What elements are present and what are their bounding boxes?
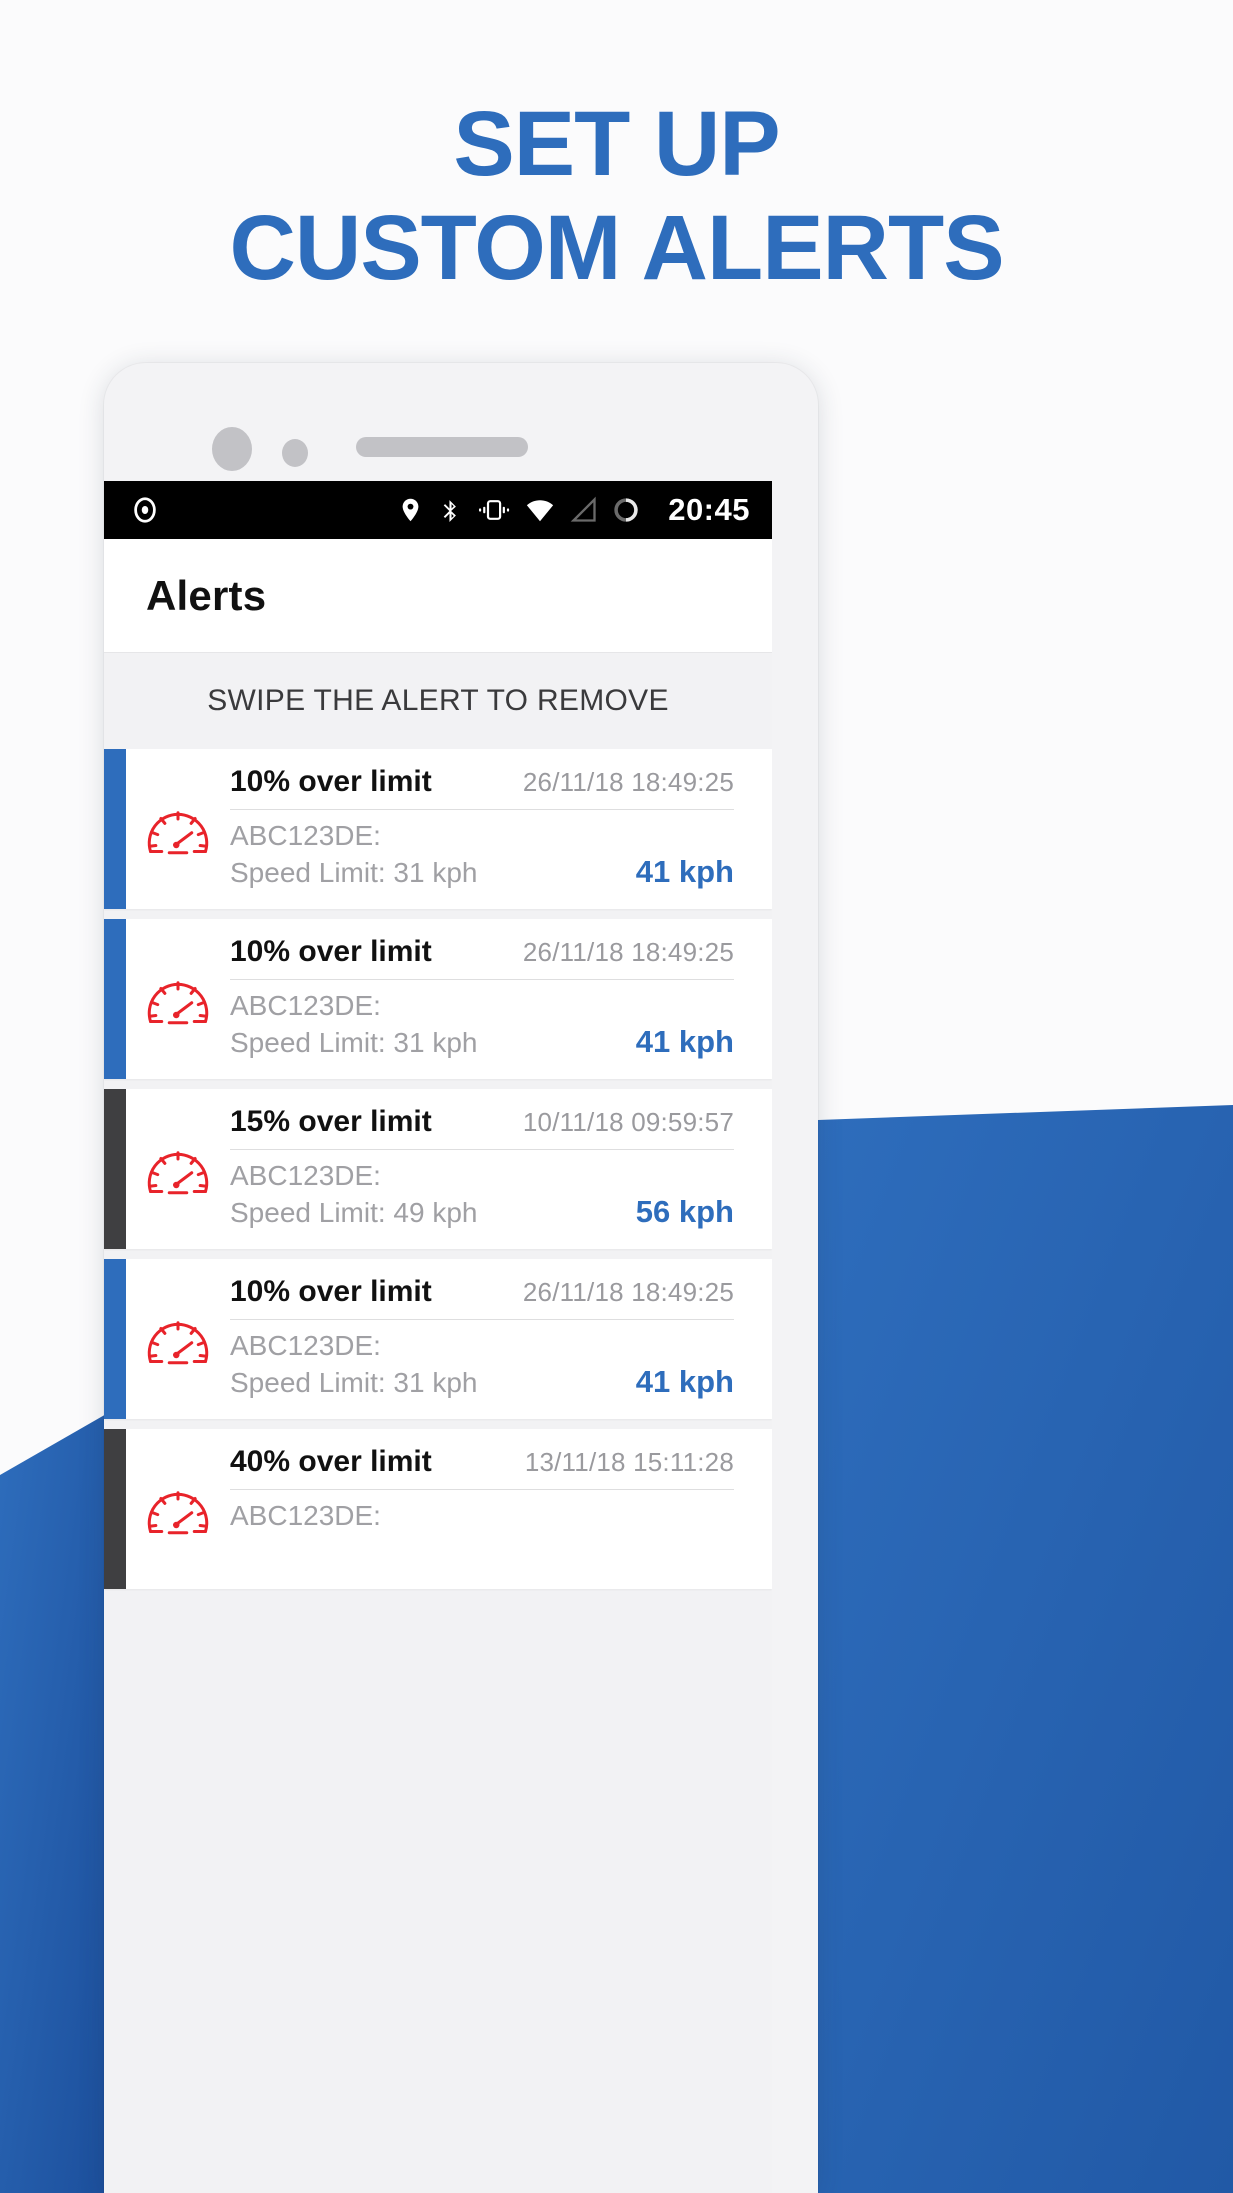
alert-card-body: 10% over limit 26/11/18 18:49:25 ABC123D… [230, 749, 772, 909]
alert-recorded-speed: 56 kph [635, 1194, 734, 1229]
earpiece-speaker-icon [356, 437, 528, 457]
alert-plate: ABC123DE: [230, 1330, 381, 1361]
speedometer-icon [126, 1259, 230, 1419]
location-pin-icon [397, 495, 424, 525]
alert-title: 15% over limit [230, 1105, 432, 1138]
alert-recorded-speed: 41 kph [635, 1364, 734, 1399]
speedometer-icon [126, 919, 230, 1079]
status-bar: 20:45 [104, 481, 772, 539]
alert-timestamp: 10/11/18 09:59:57 [522, 1107, 734, 1137]
alert-plate: ABC123DE: [230, 1160, 381, 1191]
wifi-icon [524, 495, 556, 525]
speedometer-icon [126, 749, 230, 909]
alert-accent-bar [104, 1259, 126, 1419]
left-blue-shape [0, 1413, 108, 2193]
alert-accent-bar [104, 1089, 126, 1249]
alert-speed-limit: Speed Limit: 31 kph [230, 1367, 478, 1398]
alert-card-4[interactable]: 10% over limit 26/11/18 18:49:25 ABC123D… [104, 1259, 772, 1419]
headline: SET UP CUSTOM ALERTS [0, 92, 1233, 300]
alert-title: 10% over limit [230, 935, 432, 968]
right-blue-shape [818, 1105, 1233, 2193]
alert-card-body: 40% over limit 13/11/18 15:11:28 ABC123D… [230, 1429, 772, 1589]
record-icon [130, 495, 160, 525]
app-bar: Alerts [104, 539, 772, 653]
alert-card-body: 15% over limit 10/11/18 09:59:57 ABC123D… [230, 1089, 772, 1249]
alert-card-3[interactable]: 15% over limit 10/11/18 09:59:57 ABC123D… [104, 1089, 772, 1249]
headline-line-2: CUSTOM ALERTS [229, 197, 1004, 299]
alert-footer-row: Speed Limit: 31 kph 41 kph [230, 1364, 734, 1400]
alert-header-row: 15% over limit 10/11/18 09:59:57 [230, 1105, 734, 1150]
alert-speed-limit: Speed Limit: 31 kph [230, 1027, 478, 1058]
alert-speed-limit: Speed Limit: 49 kph [230, 1197, 478, 1228]
alert-accent-bar [104, 919, 126, 1079]
alert-timestamp: 13/11/18 15:11:28 [524, 1447, 734, 1477]
alert-header-row: 10% over limit 26/11/18 18:49:25 [230, 935, 734, 980]
alert-card-1[interactable]: 10% over limit 26/11/18 18:49:25 ABC123D… [104, 749, 772, 909]
alert-card-body: 10% over limit 26/11/18 18:49:25 ABC123D… [230, 919, 772, 1079]
alert-card-5[interactable]: 40% over limit 13/11/18 15:11:28 ABC123D… [104, 1429, 772, 1589]
vibrate-icon [477, 495, 510, 525]
alert-plate: ABC123DE: [230, 990, 381, 1021]
alert-header-row: 40% over limit 13/11/18 15:11:28 [230, 1445, 734, 1490]
speedometer-icon [126, 1089, 230, 1249]
alert-title: 10% over limit [230, 765, 432, 798]
alert-recorded-speed: 41 kph [635, 854, 734, 889]
battery-icon [612, 495, 640, 525]
alert-speed-limit: Speed Limit: 31 kph [230, 857, 478, 888]
alert-footer-row: Speed Limit: 31 kph 41 kph [230, 1024, 734, 1060]
alert-footer-row: Speed Limit: 31 kph 41 kph [230, 854, 734, 890]
alert-card-2[interactable]: 10% over limit 26/11/18 18:49:25 ABC123D… [104, 919, 772, 1079]
alert-list[interactable]: 10% over limit 26/11/18 18:49:25 ABC123D… [104, 749, 772, 1589]
alert-plate: ABC123DE: [230, 1500, 381, 1531]
speedometer-icon [126, 1429, 230, 1589]
page-title: Alerts [146, 571, 267, 619]
signal-icon [570, 495, 598, 525]
alert-accent-bar [104, 1429, 126, 1589]
alert-plate: ABC123DE: [230, 820, 381, 851]
alert-title: 10% over limit [230, 1275, 432, 1308]
headline-line-1: SET UP [453, 93, 780, 195]
swipe-hint-text: SWIPE THE ALERT TO REMOVE [207, 684, 669, 717]
alert-accent-bar [104, 749, 126, 909]
alert-card-body: 10% over limit 26/11/18 18:49:25 ABC123D… [230, 1259, 772, 1419]
swipe-hint: SWIPE THE ALERT TO REMOVE [104, 653, 772, 749]
sensor-icon [282, 439, 308, 467]
status-bar-clock: 20:45 [668, 492, 750, 527]
alert-timestamp: 26/11/18 18:49:25 [522, 1277, 734, 1307]
phone-mockup: 20:45 Alerts SWIPE THE ALERT TO REMOVE 1… [104, 363, 818, 2193]
phone-screen: 20:45 Alerts SWIPE THE ALERT TO REMOVE 1… [104, 481, 772, 2193]
alert-header-row: 10% over limit 26/11/18 18:49:25 [230, 765, 734, 810]
phone-bezel-top [104, 363, 818, 481]
alert-timestamp: 26/11/18 18:49:25 [522, 937, 734, 967]
alert-timestamp: 26/11/18 18:49:25 [522, 767, 734, 797]
alert-title: 40% over limit [230, 1445, 432, 1478]
alert-header-row: 10% over limit 26/11/18 18:49:25 [230, 1275, 734, 1320]
bluetooth-icon [438, 495, 463, 525]
alert-footer-row: Speed Limit: 49 kph 56 kph [230, 1194, 734, 1230]
front-camera-icon [212, 427, 252, 471]
alert-recorded-speed: 41 kph [635, 1024, 734, 1059]
